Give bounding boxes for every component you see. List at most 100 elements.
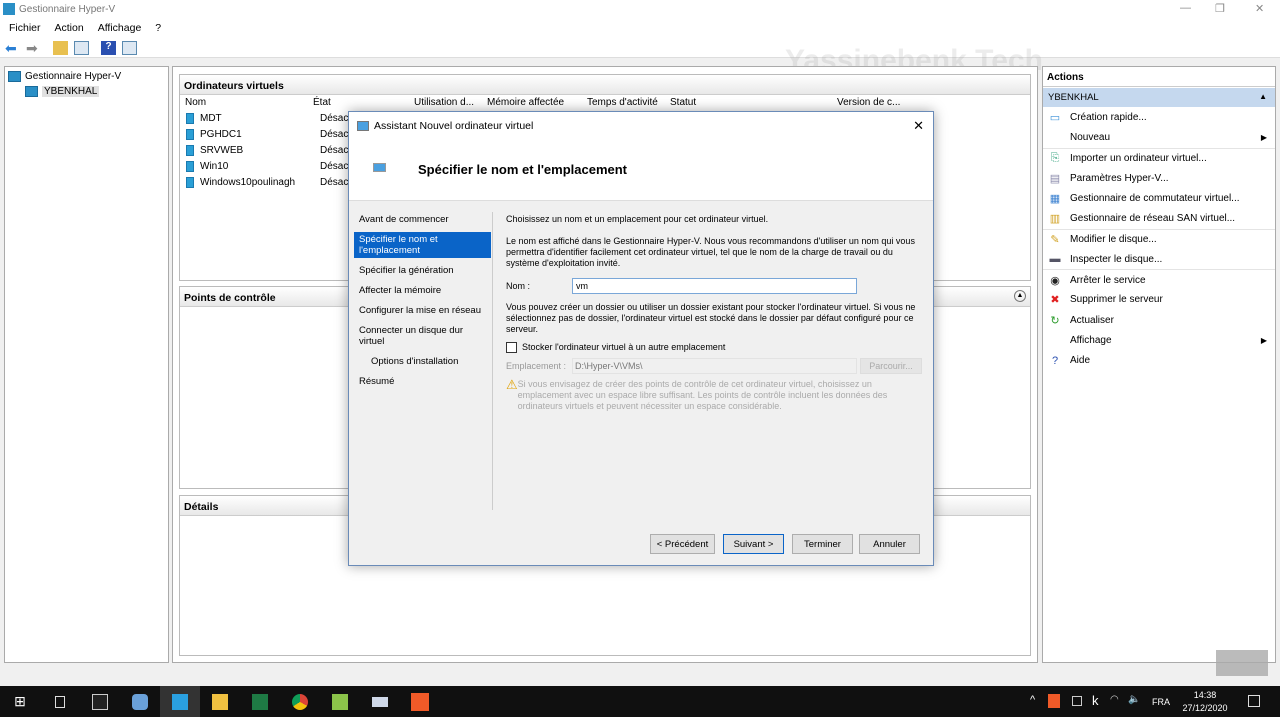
folder-icon (212, 693, 228, 710)
step-install-options[interactable]: Options d'installation (354, 354, 491, 369)
taskbar-chrome[interactable] (280, 686, 320, 717)
menu-help[interactable]: ? (155, 22, 161, 34)
taskbar-excel[interactable] (240, 686, 280, 717)
col-status[interactable]: Statut (670, 97, 837, 108)
taskbar-cmd[interactable] (80, 686, 120, 717)
maximize-button[interactable]: ❐ (1215, 2, 1225, 15)
taskbar-network[interactable] (120, 686, 160, 717)
action-item[interactable]: ✎ Modifier le disque... (1043, 228, 1275, 249)
action-label: Inspecter le disque... (1070, 253, 1163, 265)
action-item[interactable]: ✖ Supprimer le serveur (1043, 290, 1275, 310)
switch-manager-icon: ▦ (1049, 192, 1061, 205)
actions-section-ybenkhal[interactable]: YBENKHAL ▲ (1043, 88, 1275, 107)
col-uptime[interactable]: Temps d'activité (587, 97, 670, 108)
tree-root[interactable]: Gestionnaire Hyper-V (8, 69, 168, 84)
task-view-button[interactable] (40, 686, 80, 717)
edit-disk-icon: ✎ (1050, 233, 1060, 246)
taskbar-keyboard[interactable] (360, 686, 400, 717)
action-item[interactable]: ▦ Gestionnaire de commutateur virtuel... (1043, 188, 1275, 208)
step-generation[interactable]: Spécifier la génération (354, 263, 491, 278)
notifications-icon[interactable] (1248, 695, 1260, 707)
vm-pane-title: Ordinateurs virtuels (180, 75, 1030, 95)
tree-server[interactable]: YBENKHAL (25, 84, 168, 99)
name-input[interactable] (572, 278, 857, 294)
step-disk[interactable]: Connecter un disque dur virtuel (354, 323, 491, 349)
col-memory[interactable]: Mémoire affectée (487, 97, 587, 108)
action-item[interactable]: ▬ Inspecter le disque... (1043, 249, 1275, 269)
tray-k-icon[interactable]: k (1092, 693, 1099, 708)
chrome-icon (292, 693, 308, 710)
vm-table-header: Nom État Utilisation d... Mémoire affect… (180, 95, 1030, 110)
action-label: Actualiser (1070, 314, 1114, 326)
next-button[interactable]: Suivant > (723, 534, 784, 554)
cancel-button[interactable]: Annuler (859, 534, 920, 554)
start-button[interactable]: ⊞ (0, 686, 40, 717)
tree-root-label: Gestionnaire Hyper-V (25, 71, 122, 82)
previous-button[interactable]: < Précédent (650, 534, 715, 554)
col-version[interactable]: Version de c... (837, 97, 900, 108)
wizard-icon (357, 120, 369, 131)
action-item[interactable]: Nouveau ▶ (1043, 127, 1275, 147)
dialog-title-bar: Assistant Nouvel ordinateur virtuel ✕ (349, 112, 933, 139)
action-item[interactable]: ◉ Arrêter le service (1043, 269, 1275, 289)
action-item[interactable]: ▭ Création rapide... (1043, 107, 1275, 127)
menu-fichier[interactable]: Fichier (9, 22, 41, 34)
tray-battery-icon[interactable] (1072, 696, 1082, 706)
dialog-heading: Spécifier le nom et l'emplacement (418, 162, 627, 177)
minimize-button[interactable]: — (1180, 2, 1191, 14)
step-before-begin[interactable]: Avant de commencer (354, 212, 491, 227)
col-name[interactable]: Nom (180, 97, 313, 108)
taskbar-explorer[interactable] (200, 686, 240, 717)
back-icon[interactable]: ⬅ (5, 41, 20, 55)
vm-icon (186, 128, 194, 140)
browse-button[interactable]: Parcourir... (860, 358, 922, 374)
task-view-icon (55, 695, 65, 708)
action-item[interactable]: ▤ Paramètres Hyper-V... (1043, 168, 1275, 188)
language-indicator[interactable]: FRA (1152, 697, 1170, 707)
tray-chevron-icon[interactable]: ^ (1030, 694, 1035, 706)
finish-button[interactable]: Terminer (792, 534, 853, 554)
show-hide-action-pane-icon[interactable] (122, 40, 137, 55)
forward-icon[interactable]: ➡ (26, 41, 41, 55)
col-state[interactable]: État (313, 97, 414, 108)
folder-up-icon[interactable] (53, 40, 68, 55)
actions-title: Actions (1043, 67, 1275, 87)
clock-date: 27/12/2020 (1182, 703, 1228, 713)
taskbar-snagit[interactable] (400, 686, 440, 717)
action-item[interactable]: Affichage ▶ (1043, 330, 1275, 350)
taskbar-app[interactable] (320, 686, 360, 717)
step-network[interactable]: Configurer la mise en réseau (354, 303, 491, 318)
location-input[interactable]: D:\Hyper-V\VMs\ (572, 358, 857, 374)
show-hide-tree-icon[interactable] (74, 40, 89, 55)
taskbar-hyperv[interactable] (160, 686, 200, 717)
import-icon: ⎘ (1050, 151, 1060, 164)
close-button[interactable]: ✕ (1255, 2, 1264, 15)
action-item[interactable]: ↻ Actualiser (1043, 310, 1275, 330)
step-summary[interactable]: Résumé (354, 374, 491, 389)
action-label: Paramètres Hyper-V... (1070, 172, 1169, 184)
action-item[interactable]: ▥ Gestionnaire de réseau SAN virtuel... (1043, 208, 1275, 228)
store-elsewhere-checkbox[interactable] (506, 342, 517, 353)
step-memory[interactable]: Affecter la mémoire (354, 283, 491, 298)
dialog-close-button[interactable]: ✕ (913, 118, 924, 134)
clock[interactable]: 14:38 27/12/2020 (1180, 689, 1230, 715)
menu-action[interactable]: Action (55, 22, 84, 34)
wifi-icon[interactable]: ◠ (1110, 694, 1119, 705)
action-item[interactable]: ⎘ Importer un ordinateur virtuel... (1043, 147, 1275, 168)
actions-pane: Actions YBENKHAL ▲ ▭ Création rapide... Nou… (1042, 66, 1276, 663)
vm-name: MDT (200, 112, 222, 124)
refresh-icon: ↻ (1050, 314, 1060, 327)
vm-icon (186, 160, 194, 172)
menu-affichage[interactable]: Affichage (98, 22, 142, 34)
submenu-arrow-icon: ▶ (1260, 132, 1267, 142)
description-text: Le nom est affiché dans le Gestionnaire … (506, 236, 915, 268)
step-name-location[interactable]: Spécifier le nom et l'emplacement (354, 232, 491, 258)
volume-icon[interactable]: 🔈 (1128, 694, 1140, 705)
action-label: Aide (1070, 355, 1091, 367)
action-item[interactable]: ? Aide (1043, 351, 1275, 371)
recorder-controls-icon[interactable] (1216, 650, 1268, 676)
collapse-icon[interactable]: ▲ (1014, 290, 1026, 302)
col-cpu[interactable]: Utilisation d... (414, 97, 487, 108)
help-icon[interactable]: ? (101, 40, 116, 55)
tray-snagit-icon[interactable] (1048, 694, 1060, 708)
